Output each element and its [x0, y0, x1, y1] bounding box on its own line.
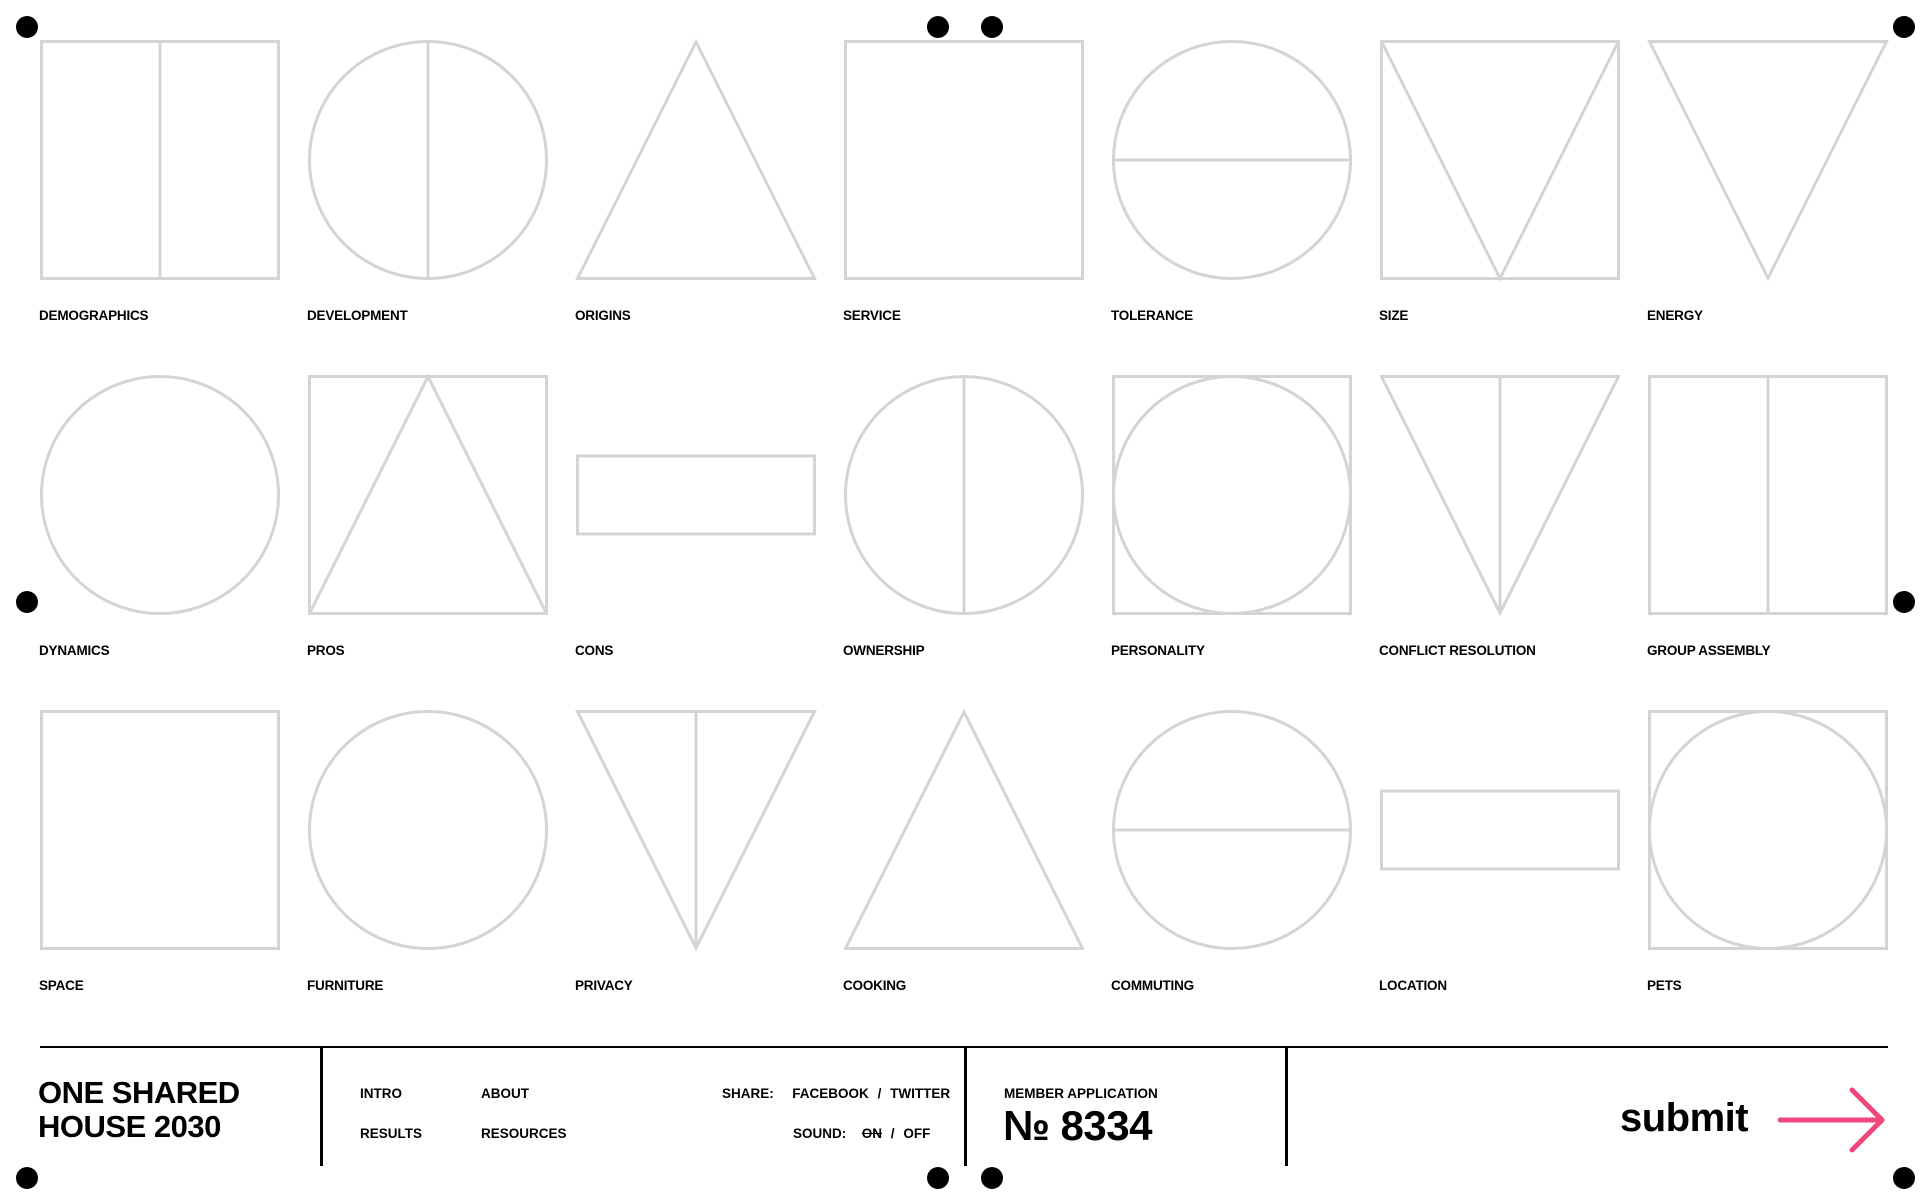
sound-label: SOUND:	[793, 1126, 847, 1141]
category-tile-service[interactable]: SERVICE	[843, 40, 1084, 340]
submit-button[interactable]: submit	[1620, 1087, 1888, 1166]
footer-separator	[1285, 1046, 1288, 1166]
brand-line-1: ONE SHARED	[38, 1075, 240, 1110]
category-label: PROS	[307, 643, 345, 658]
category-tile-ownership[interactable]: OWNERSHIP	[843, 375, 1084, 675]
circle-icon	[308, 710, 548, 950]
circle-split-vertical-icon	[308, 40, 548, 280]
sound-separator: /	[890, 1126, 895, 1141]
nav-resources-link[interactable]: RESOURCES	[481, 1126, 567, 1141]
site-logo[interactable]: ONE SHARED HOUSE 2030	[38, 1076, 240, 1144]
registration-dot	[981, 1167, 1003, 1189]
footer-separator	[320, 1046, 323, 1166]
rectangle-icon	[576, 454, 816, 536]
triangle-down-icon	[1647, 40, 1889, 282]
square-split-vertical-icon	[40, 40, 280, 280]
sound-group: SOUND: ON / OFF	[793, 1126, 930, 1141]
category-tile-privacy[interactable]: PRIVACY	[575, 710, 817, 1010]
category-label: OWNERSHIP	[843, 643, 925, 658]
share-twitter-link[interactable]: TWITTER	[890, 1086, 950, 1101]
category-label: COOKING	[843, 978, 907, 993]
category-tile-tolerance[interactable]: TOLERANCE	[1111, 40, 1352, 340]
nav-about-link[interactable]: ABOUT	[481, 1086, 529, 1101]
category-tile-cooking[interactable]: COOKING	[843, 708, 1085, 1010]
category-label: CONFLICT RESOLUTION	[1379, 643, 1536, 658]
share-separator: /	[877, 1086, 882, 1101]
square-with-inverted-triangle-icon	[1380, 40, 1620, 282]
nav-results-link[interactable]: RESULTS	[360, 1126, 422, 1141]
category-tile-energy[interactable]: ENERGY	[1647, 40, 1889, 340]
category-label: TOLERANCE	[1111, 308, 1193, 323]
member-application-number: № 8334	[1003, 1102, 1152, 1149]
category-tile-cons[interactable]: CONS	[575, 375, 816, 675]
square-with-circle-icon	[1112, 375, 1352, 615]
footer-bar: ONE SHARED HOUSE 2030 INTRO ABOUT RESULT…	[38, 1046, 1888, 1166]
category-tile-pros[interactable]: PROS	[307, 373, 548, 675]
square-with-circle-icon	[1648, 710, 1888, 950]
category-label: DEVELOPMENT	[307, 308, 408, 323]
nav-intro-link[interactable]: INTRO	[360, 1086, 402, 1101]
square-icon	[844, 40, 1084, 280]
category-label: CONS	[575, 643, 614, 658]
triangle-up-icon	[575, 38, 817, 280]
triangle-down-split-icon	[575, 710, 817, 952]
category-tile-space[interactable]: SPACE	[39, 710, 280, 1010]
category-tile-personality[interactable]: PERSONALITY	[1111, 375, 1352, 675]
square-with-triangle-icon	[308, 373, 548, 615]
category-label: DEMOGRAPHICS	[39, 308, 149, 323]
submit-label: submit	[1620, 1096, 1749, 1140]
category-label: SPACE	[39, 978, 84, 993]
share-facebook-link[interactable]: FACEBOOK	[792, 1086, 869, 1101]
category-label: PETS	[1647, 978, 1682, 993]
category-label: PERSONALITY	[1111, 643, 1205, 658]
brand-line-2: HOUSE 2030	[38, 1109, 221, 1144]
member-application-label: MEMBER APPLICATION	[1004, 1086, 1158, 1101]
share-group: SHARE: FACEBOOK / TWITTER	[722, 1086, 950, 1101]
category-tile-location[interactable]: LOCATION	[1379, 710, 1620, 1010]
category-label: SERVICE	[843, 308, 901, 323]
sound-off-toggle[interactable]: OFF	[903, 1126, 930, 1141]
category-tile-furniture[interactable]: FURNITURE	[307, 710, 548, 1010]
square-split-vertical-icon	[1648, 375, 1888, 615]
arrow-right-icon	[1778, 1087, 1885, 1153]
category-tile-size[interactable]: SIZE	[1379, 40, 1620, 340]
category-label: LOCATION	[1379, 978, 1447, 993]
category-tile-group-assembly[interactable]: GROUP ASSEMBLY	[1647, 375, 1888, 675]
triangle-up-icon	[843, 708, 1085, 950]
circle-split-vertical-icon	[844, 375, 1084, 615]
category-label: DYNAMICS	[39, 643, 110, 658]
registration-dot	[1893, 1167, 1915, 1189]
footer-separator	[964, 1046, 967, 1166]
category-label: PRIVACY	[575, 978, 633, 993]
category-tile-conflict-resolution[interactable]: CONFLICT RESOLUTION	[1379, 375, 1621, 675]
category-tile-development[interactable]: DEVELOPMENT	[307, 40, 548, 340]
category-label: COMMUTING	[1111, 978, 1194, 993]
registration-dot	[16, 1167, 38, 1189]
sound-on-toggle[interactable]: ON	[862, 1126, 882, 1141]
category-label: ORIGINS	[575, 308, 631, 323]
category-label: FURNITURE	[307, 978, 384, 993]
circle-split-horizontal-icon	[1112, 40, 1352, 280]
category-label: GROUP ASSEMBLY	[1647, 643, 1771, 658]
category-label: SIZE	[1379, 308, 1409, 323]
category-grid: DEMOGRAPHICS DEVELOPMENT ORIGINS SERVICE TOL…	[0, 0, 1920, 1040]
category-tile-dynamics[interactable]: DYNAMICS	[39, 375, 280, 675]
share-label: SHARE:	[722, 1086, 774, 1101]
category-tile-pets[interactable]: PETS	[1647, 710, 1888, 1010]
circle-split-horizontal-icon	[1112, 710, 1352, 950]
category-tile-commuting[interactable]: COMMUTING	[1111, 710, 1352, 1010]
category-label: ENERGY	[1647, 308, 1703, 323]
rectangle-icon	[1380, 789, 1620, 871]
category-tile-demographics[interactable]: DEMOGRAPHICS	[39, 40, 280, 340]
triangle-down-split-icon	[1379, 375, 1621, 617]
circle-icon	[40, 375, 280, 615]
square-icon	[40, 710, 280, 950]
registration-dot	[927, 1167, 949, 1189]
category-tile-origins[interactable]: ORIGINS	[575, 38, 817, 340]
